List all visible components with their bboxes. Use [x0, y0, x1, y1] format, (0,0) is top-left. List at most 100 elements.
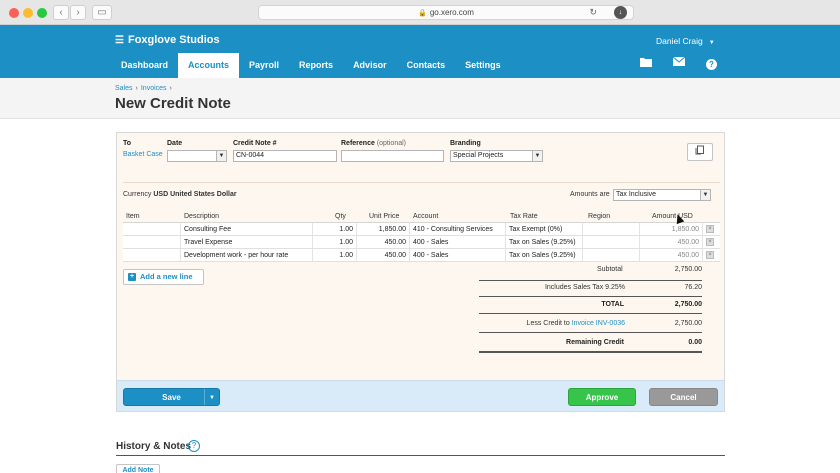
amounts-are-select[interactable]: Tax Inclusive — [613, 189, 701, 201]
invoice-link[interactable]: Invoice INV-0036 — [572, 320, 625, 327]
cell-amount[interactable]: 1,850.00 — [640, 223, 703, 236]
currency-row: Currency USD United States Dollar — [123, 191, 237, 198]
cell-account[interactable]: 400 - Sales — [410, 236, 506, 249]
date-input[interactable] — [167, 150, 218, 162]
subtotal-value: 2,750.00 — [674, 266, 702, 273]
breadcrumb-sales[interactable]: Sales — [115, 85, 133, 92]
form-divider — [123, 182, 720, 183]
cell-item[interactable] — [123, 249, 181, 262]
history-divider — [116, 455, 725, 456]
help-icon[interactable]: ? — [706, 59, 717, 70]
tab-settings[interactable]: Settings — [455, 53, 511, 78]
user-name: Daniel Craig — [656, 36, 703, 46]
cell-qty[interactable]: 1.00 — [313, 223, 357, 236]
cell-description[interactable]: Consulting Fee — [181, 223, 313, 236]
save-button[interactable]: Save ▼ — [123, 388, 220, 406]
breadcrumb-separator: › — [169, 85, 172, 92]
col-account: Account — [413, 213, 439, 220]
contact-link[interactable]: Basket Case — [123, 151, 163, 158]
totals-divider — [479, 332, 702, 333]
cell-account[interactable]: 410 - Consulting Services — [410, 223, 506, 236]
remaining-credit-label: Remaining Credit — [566, 339, 624, 346]
copy-icon[interactable] — [687, 143, 713, 161]
sidebar-toggle-icon[interactable]: ▭ — [92, 5, 112, 20]
credit-note-form: To Basket Case Date ▼ Credit Note # CN-0… — [116, 132, 725, 412]
form-actions-bar: Save ▼ Approve Cancel — [117, 380, 724, 411]
tab-contacts[interactable]: Contacts — [397, 53, 456, 78]
breadcrumb: Sales › Invoices › — [115, 85, 175, 92]
cell-qty[interactable]: 1.00 — [313, 236, 357, 249]
chevron-down-icon[interactable]: ▼ — [700, 189, 711, 201]
close-window-button[interactable] — [9, 8, 19, 18]
currency-value: USD United States Dollar — [153, 191, 237, 198]
cell-description[interactable]: Development work - per hour rate — [181, 249, 313, 262]
delete-row-icon[interactable]: × — [706, 251, 714, 259]
col-unit-price: Unit Price — [369, 213, 400, 220]
help-icon[interactable]: ? — [188, 440, 200, 452]
cell-region[interactable] — [583, 236, 640, 249]
cell-item[interactable] — [123, 236, 181, 249]
org-switcher[interactable]: ☰ Foxglove Studios — [115, 34, 220, 46]
menu-icon: ☰ — [115, 35, 124, 46]
forward-icon[interactable]: › — [70, 5, 86, 20]
cell-account[interactable]: 400 - Sales — [410, 249, 506, 262]
cell-region[interactable] — [583, 249, 640, 262]
approve-button[interactable]: Approve — [568, 388, 636, 406]
line-items-table: Item Description Qty Unit Price Account … — [123, 211, 720, 262]
table-row[interactable]: Travel Expense 1.00 450.00 400 - Sales T… — [123, 236, 720, 249]
table-row[interactable]: Consulting Fee 1.00 1,850.00 410 - Consu… — [123, 223, 720, 236]
back-icon[interactable]: ‹ — [53, 5, 69, 20]
minimize-window-button[interactable] — [23, 8, 33, 18]
cell-unit-price[interactable]: 450.00 — [357, 249, 410, 262]
subtotal-label: Subtotal — [597, 266, 623, 273]
reload-icon[interactable]: ↻ — [589, 6, 597, 19]
reference-input[interactable] — [341, 150, 444, 162]
delete-row-icon[interactable]: × — [706, 238, 714, 246]
cancel-button[interactable]: Cancel — [649, 388, 718, 406]
credit-note-number-label: Credit Note # — [233, 140, 277, 147]
user-menu[interactable]: Daniel Craig ▼ — [656, 36, 715, 46]
delete-row-icon[interactable]: × — [706, 225, 714, 233]
branding-label: Branding — [450, 140, 481, 147]
less-credit-value: 2,750.00 — [674, 320, 702, 327]
address-bar[interactable]: 🔒 go.xero.com ↻ — [258, 5, 634, 20]
cell-tax-rate[interactable]: Tax on Sales (9.25%) — [506, 236, 583, 249]
cell-qty[interactable]: 1.00 — [313, 249, 357, 262]
breadcrumb-separator: › — [135, 85, 138, 92]
add-line-button[interactable]: + Add a new line — [123, 269, 204, 285]
cell-amount[interactable]: 450.00 — [640, 249, 703, 262]
tab-advisor[interactable]: Advisor — [343, 53, 397, 78]
branding-select[interactable]: Special Projects — [450, 150, 533, 162]
maximize-window-button[interactable] — [37, 8, 47, 18]
add-note-button[interactable]: Add Note — [116, 464, 160, 473]
totals-divider — [479, 313, 702, 314]
save-options-chevron-icon[interactable]: ▼ — [204, 389, 219, 405]
col-amount: Amount USD — [652, 213, 693, 220]
tab-accounts[interactable]: Accounts — [178, 53, 240, 78]
download-icon[interactable]: ↓ — [614, 6, 627, 19]
tab-dashboard[interactable]: Dashboard — [111, 53, 178, 78]
to-label: To — [123, 140, 132, 147]
col-description: Description — [184, 213, 220, 220]
breadcrumb-invoices[interactable]: Invoices — [141, 85, 167, 92]
cell-unit-price[interactable]: 1,850.00 — [357, 223, 410, 236]
tax-value: 76.20 — [684, 284, 702, 291]
credit-note-number-input[interactable]: CN-0044 — [233, 150, 337, 162]
tab-reports[interactable]: Reports — [289, 53, 343, 78]
cell-amount[interactable]: 450.00 — [640, 236, 703, 249]
cell-description[interactable]: Travel Expense — [181, 236, 313, 249]
calendar-dropdown-icon[interactable]: ▼ — [216, 150, 227, 162]
col-qty: Qty — [335, 213, 346, 220]
cell-tax-rate[interactable]: Tax Exempt (0%) — [506, 223, 583, 236]
url-text: go.xero.com — [429, 8, 474, 17]
cell-tax-rate[interactable]: Tax on Sales (9.25%) — [506, 249, 583, 262]
reference-optional-hint: (optional) — [376, 140, 406, 147]
cell-region[interactable] — [583, 223, 640, 236]
table-row[interactable]: Development work - per hour rate 1.00 45… — [123, 249, 720, 262]
tab-payroll[interactable]: Payroll — [239, 53, 289, 78]
chevron-down-icon[interactable]: ▼ — [532, 150, 543, 162]
folder-icon[interactable] — [640, 57, 652, 70]
cell-item[interactable] — [123, 223, 181, 236]
cell-unit-price[interactable]: 450.00 — [357, 236, 410, 249]
mail-icon[interactable] — [672, 56, 686, 69]
